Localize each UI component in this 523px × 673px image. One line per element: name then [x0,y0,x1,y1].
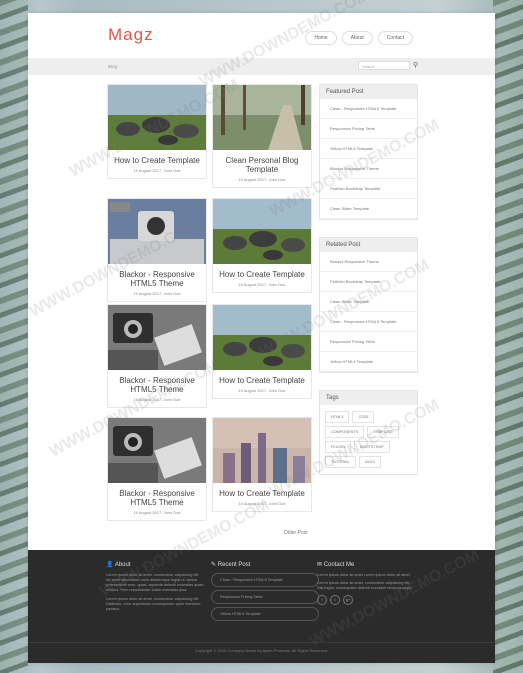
post-image-camera [108,305,206,370]
post-title[interactable]: How to Create Template [213,489,311,498]
nav-about[interactable]: About [341,31,373,45]
footer-about-heading: 👤 About [106,562,131,568]
tags-widget: Tags HTML5 CSS3 COMPONENTS TEMPLATE PLUG… [319,390,418,475]
twitter-icon[interactable]: t [330,595,340,605]
featured-post-widget: Featured Post Clean - Responsive HTML5 T… [319,84,418,220]
post-card[interactable]: How to Create Template 19 August 2017, J… [212,198,312,293]
tag[interactable]: CSS3 [352,411,375,423]
post-card[interactable]: Clean Personal Blog Template 19 August 2… [212,84,312,188]
site-logo[interactable]: Magz [108,25,154,45]
site-header: Magz Home About Contact [28,13,495,58]
background-trees-right [493,0,523,673]
post-meta: 19 August 2017, John Doe [238,388,286,393]
main-nav: Home About Contact [305,31,413,45]
sidebar-link[interactable]: Yellow HTML5 Template [320,139,417,159]
sidebar-link[interactable]: Responsive Pricing Table [320,119,417,139]
user-icon: 👤 [106,562,114,568]
footer-contact-text: Lorem ipsum dolor sit amet, consectetur … [317,581,413,590]
post-card[interactable]: Blackor - Responsive HTML5 Theme 19 Augu… [107,198,207,302]
sidebar-link[interactable]: Clean - Responsive HTML5 Template [320,99,417,119]
post-image-camera [108,418,206,483]
footer-recent-link[interactable]: Yellow HTML5 Template [211,607,319,621]
post-image-stones [213,199,311,264]
post-meta: 19 August 2017, John Doe [133,168,181,173]
footer-recent-heading: ✎ Recent Post [211,562,251,568]
sidebar-link[interactable]: Responsive Pricing Table [320,332,417,352]
post-title[interactable]: Blackor - Responsive HTML5 Theme [108,376,206,394]
post-image-desk [108,199,206,264]
footer-recent-link[interactable]: Responsive Pricing Table [211,590,319,604]
sidebar-link[interactable]: Blackor Responsive Theme [320,159,417,179]
post-title[interactable]: Blackor - Responsive HTML5 Theme [108,270,206,288]
footer-recent-link[interactable]: Clean - Responsive HTML5 Template [211,573,319,587]
post-image-stones [213,305,311,370]
copyright: Copyright © 2015 Company Name by Ayam Pr… [195,648,328,653]
post-title[interactable]: Blackor - Responsive HTML5 Theme [108,489,206,507]
post-image-path [213,85,311,150]
tag[interactable]: UI/UX [358,456,381,468]
post-title[interactable]: How to Create Template [108,156,206,165]
related-post-widget: Related Post Blackor Responsive Theme Po… [319,237,418,373]
sidebar-link[interactable]: Clean Slider Template [320,292,417,312]
related-post-heading: Related Post [320,238,417,252]
footer-about: 👤 About Lorem ipsum dolor sit amet, cons… [106,561,204,612]
post-image-city [213,418,311,483]
tag[interactable]: TEMPLATE [367,426,399,438]
search-icon[interactable]: ⚲ [413,61,418,69]
breadcrumb-bar: Blog Search ⚲ [28,58,495,75]
nav-home[interactable]: Home [305,31,337,45]
pencil-icon: ✎ [211,562,217,568]
footer-recent: ✎ Recent Post Clean - Responsive HTML5 T… [211,561,321,624]
post-title[interactable]: Clean Personal Blog Template [213,156,311,174]
post-title[interactable]: How to Create Template [213,270,311,279]
post-title[interactable]: How to Create Template [213,376,311,385]
footer-contact-text: Lorem ipsum dolor sit amet Lorem ipsum d… [317,573,411,577]
tag[interactable]: COMPONENTS [325,426,365,438]
post-card[interactable]: Blackor - Responsive HTML5 Theme 19 Augu… [107,304,207,408]
sidebar-link[interactable]: Yellow HTML5 Template [320,352,417,372]
social-links: f t g+ [317,595,417,605]
footer-divider [28,642,495,643]
post-meta: 19 August 2017, John Doe [133,397,181,402]
sidebar-link[interactable]: Portfolio Bootstrap Template [320,272,417,292]
tags-heading: Tags [320,391,417,405]
blog-page: Magz Home About Contact Blog Search ⚲ Ho… [28,13,495,663]
nav-contact[interactable]: Contact [377,31,413,45]
footer-contact: ✉ Contact Me Lorem ipsum dolor sit amet … [317,561,417,605]
post-meta: 19 August 2017, John Doe [133,291,181,296]
footer-about-text: Lorem ipsum dolor sit amet, consectetur … [106,597,201,611]
envelope-icon: ✉ [317,562,323,568]
tag[interactable]: HTML5 [325,411,350,423]
post-card[interactable]: How to Create Template 19 August 2017, J… [107,84,207,179]
sidebar-link[interactable]: Blackor Responsive Theme [320,252,417,272]
search-input[interactable]: Search [358,61,410,70]
tag[interactable]: BOOTSTRAP [354,441,390,453]
tag-list: HTML5 CSS3 COMPONENTS TEMPLATE PLUGIN BO… [320,405,417,474]
sidebar-link[interactable]: Clean Slider Template [320,199,417,219]
post-meta: 19 August 2017, John Doe [238,282,286,287]
breadcrumb[interactable]: Blog [108,64,117,69]
sidebar-link[interactable]: Clean - Responsive HTML5 Template [320,312,417,332]
post-card[interactable]: Blackor - Responsive HTML5 Theme 19 Augu… [107,417,207,521]
featured-post-heading: Featured Post [320,85,417,99]
post-card[interactable]: How to Create Template 19 August 2017, J… [212,417,312,512]
post-card[interactable]: How to Create Template 19 August 2017, J… [212,304,312,399]
site-footer: 👤 About Lorem ipsum dolor sit amet, cons… [28,550,495,663]
tag[interactable]: PLUGIN [325,441,352,453]
tag[interactable]: TUTORIAL [325,456,356,468]
post-image-stones [108,85,206,150]
post-meta: 19 August 2017, John Doe [238,177,286,182]
footer-about-text: Lorem ipsum dolor sit amet, consectetur … [106,573,204,592]
post-meta: 19 August 2017, John Doe [238,501,286,506]
footer-contact-heading: ✉ Contact Me [317,562,355,568]
google-plus-icon[interactable]: g+ [343,595,353,605]
facebook-icon[interactable]: f [317,595,327,605]
older-post-link[interactable]: Older Post [284,530,308,536]
sidebar-link[interactable]: Portfolio Bootstrap Template [320,179,417,199]
background-trees-left [0,0,28,673]
post-meta: 19 August 2017, John Doe [133,510,181,515]
